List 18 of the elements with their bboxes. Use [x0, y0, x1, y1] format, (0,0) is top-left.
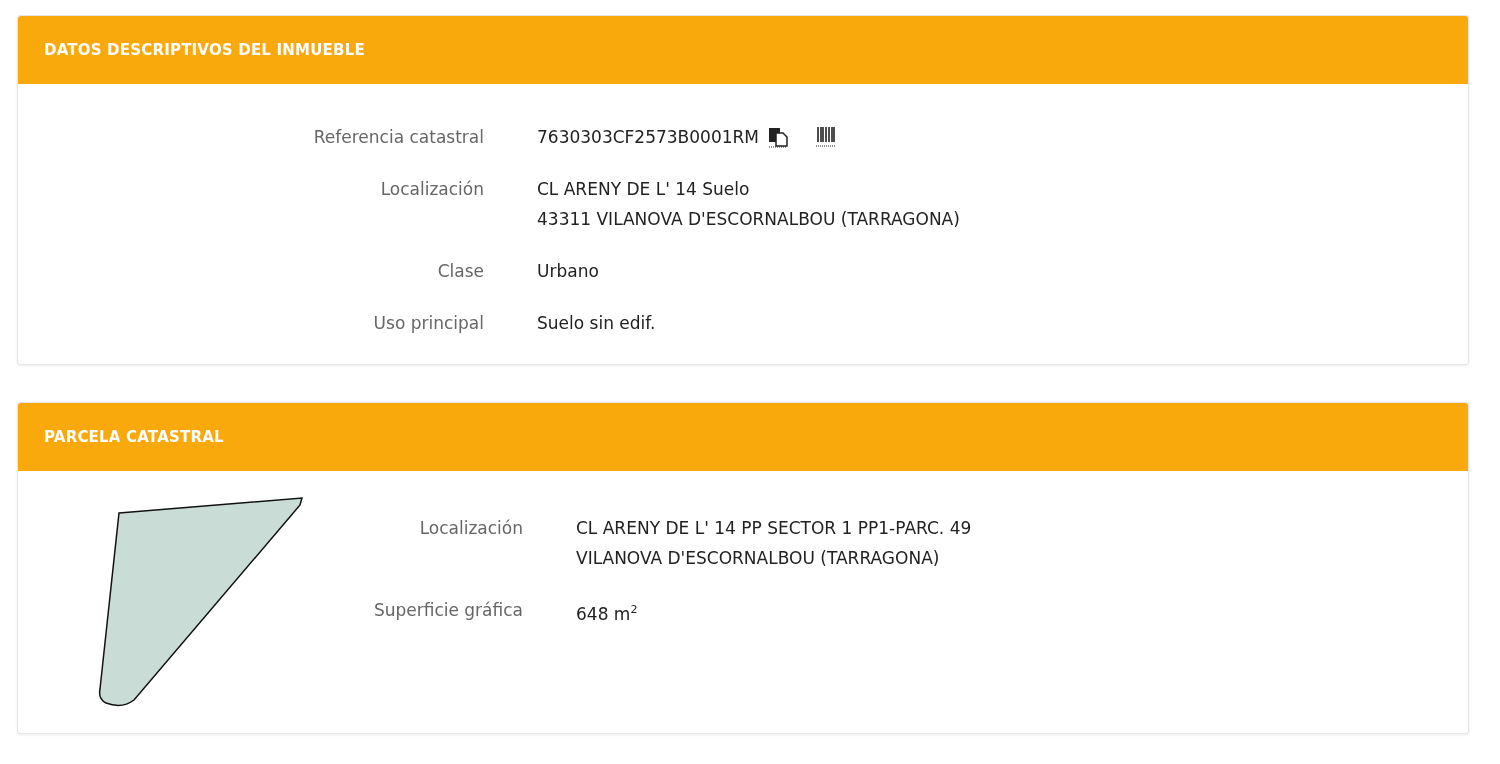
field-value: Suelo sin edif. [537, 312, 657, 335]
field-label: Referencia catastral [312, 126, 484, 149]
field-value: 648 m$^{2}$ [576, 602, 639, 626]
barcode-icon[interactable] [815, 125, 838, 149]
field-value: CL ARENY DE L' 14 PP SECTOR 1 PP1-PARC. 49 [576, 517, 972, 540]
field-value: VILANOVA D'ESCORNALBOU (TARRAGONA) [576, 547, 941, 570]
field-label: Localización [379, 178, 484, 201]
section-title: DATOS DESCRIPTIVOS DEL INMUEBLE [44, 41, 365, 59]
copy-icon[interactable] [767, 126, 790, 148]
field-label: Localización [418, 517, 523, 540]
field-value: Urbano [537, 260, 600, 283]
section-title: PARCELA CATASTRAL [44, 428, 224, 446]
field-value: 43311 VILANOVA D'ESCORNALBOU (TARRAGONA) [537, 208, 961, 231]
field-value: CL ARENY DE L' 14 Suelo [537, 178, 751, 201]
field-label: Clase [436, 260, 484, 283]
field-label: Uso principal [372, 312, 484, 335]
field-value: 7630303CF2573B0001RM [537, 126, 760, 149]
field-label: Superficie gráfica [372, 599, 523, 622]
